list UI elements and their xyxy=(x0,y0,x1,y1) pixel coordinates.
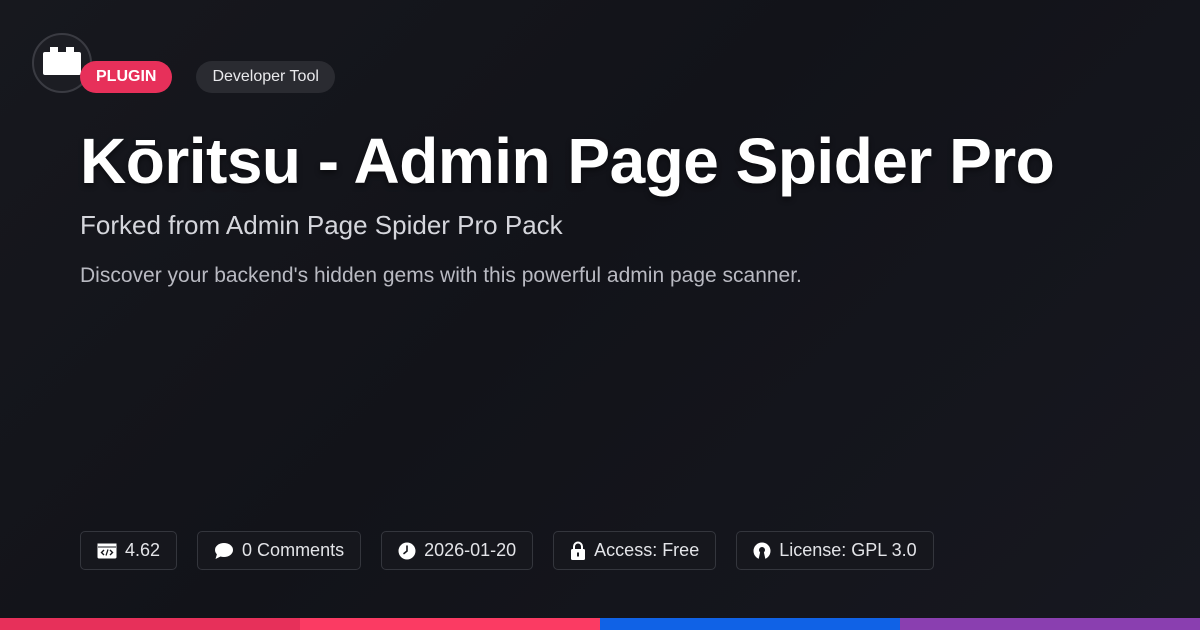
page-description: Discover your backend's hidden gems with… xyxy=(80,264,802,287)
clock-icon xyxy=(398,542,416,560)
plugin-block-icon xyxy=(43,46,81,80)
accent-bar-segment-1 xyxy=(0,618,300,630)
lock-icon xyxy=(570,541,586,560)
page-title: Kōritsu - Admin Page Spider Pro xyxy=(80,125,1055,197)
accent-bar-segment-3 xyxy=(600,618,900,630)
comments-pill[interactable]: 0 Comments xyxy=(197,531,362,570)
type-badge[interactable]: PLUGIN xyxy=(80,61,173,93)
version-value: 4.62 xyxy=(125,540,161,560)
meta-row: 4.62 0 Comments 2026-01-20 Access: Free … xyxy=(80,531,934,570)
comments-count: 0 Comments xyxy=(242,540,345,560)
category-badge[interactable]: Developer Tool xyxy=(196,61,335,93)
comment-bubble-icon xyxy=(214,542,234,560)
date-pill: 2026-01-20 xyxy=(381,531,534,570)
accent-bar xyxy=(0,618,1200,630)
code-icon xyxy=(97,543,117,559)
accent-bar-segment-2 xyxy=(300,618,600,630)
license-pill: License: GPL 3.0 xyxy=(736,531,934,570)
accent-bar-segment-4 xyxy=(900,618,1200,630)
badge-row: PLUGIN Developer Tool xyxy=(80,61,335,93)
open-source-icon xyxy=(753,542,771,560)
publish-date: 2026-01-20 xyxy=(424,540,517,560)
version-pill: 4.62 xyxy=(80,531,178,570)
access-value: Access: Free xyxy=(594,540,700,560)
license-value: License: GPL 3.0 xyxy=(779,540,917,560)
page-subtitle: Forked from Admin Page Spider Pro Pack xyxy=(80,210,563,240)
access-pill: Access: Free xyxy=(553,531,717,570)
